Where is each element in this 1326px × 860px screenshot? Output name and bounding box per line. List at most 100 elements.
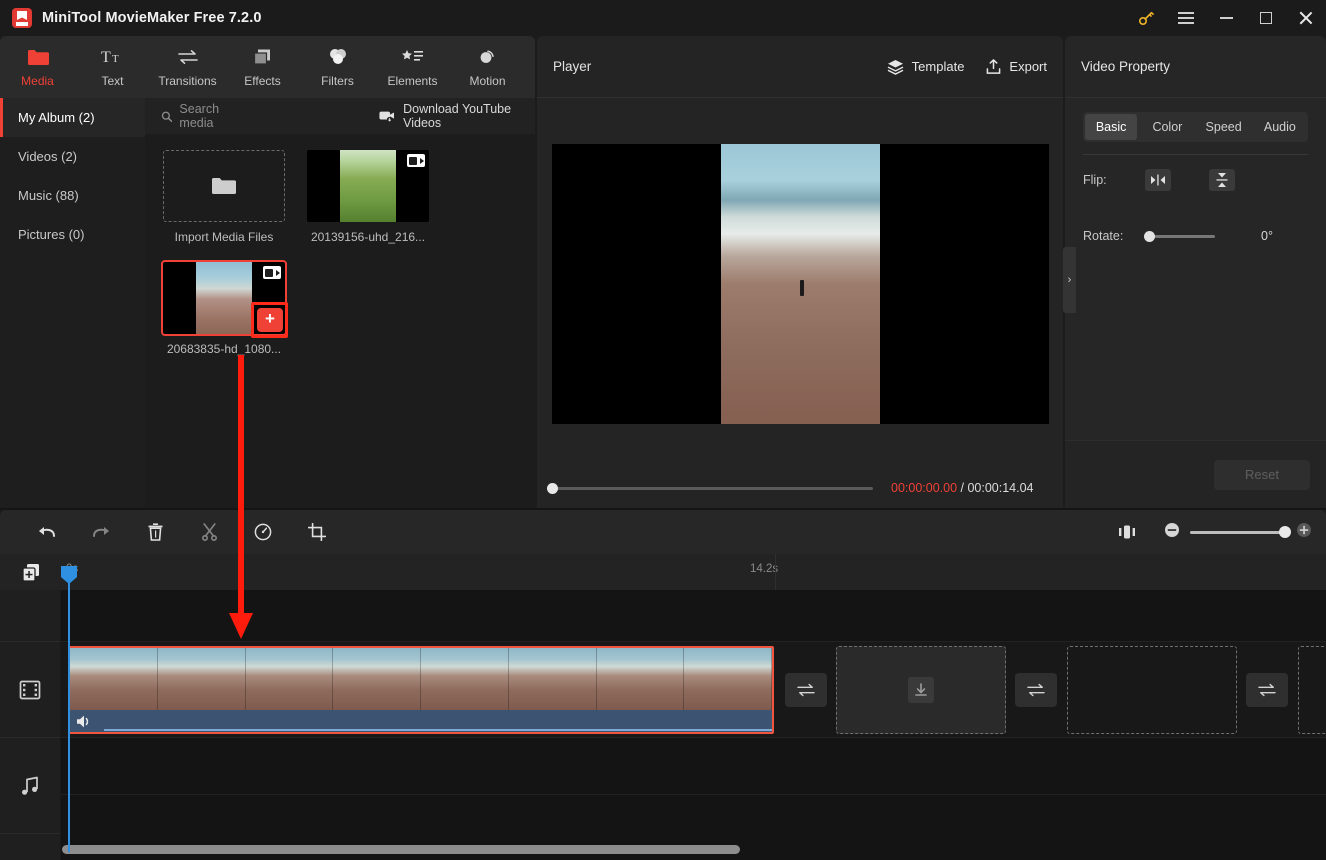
- rotate-slider[interactable]: [1144, 230, 1215, 242]
- library-category-videos[interactable]: Videos (2): [0, 137, 145, 176]
- collapse-property-panel-button[interactable]: ›: [1063, 247, 1076, 313]
- ribbon-tab-text[interactable]: TT Text: [75, 42, 150, 88]
- maximize-icon: [1260, 12, 1272, 24]
- film-icon: [19, 680, 41, 699]
- minimize-icon: [1219, 17, 1233, 19]
- menu-icon: [1178, 12, 1194, 24]
- seek-slider[interactable]: [547, 482, 873, 494]
- redo-icon: [93, 527, 109, 537]
- timeline-clip-selected[interactable]: [68, 646, 774, 734]
- thumbnail-preview: [195, 262, 253, 334]
- video-type-icon: [407, 154, 425, 167]
- main-menu-button[interactable]: [1166, 0, 1206, 36]
- rotate-value: 0°: [1261, 229, 1273, 243]
- tab-label: Audio: [1263, 120, 1296, 134]
- seek-handle[interactable]: [547, 482, 558, 494]
- ribbon-tab-motion[interactable]: Motion: [450, 42, 525, 88]
- add-track-button[interactable]: [21, 563, 41, 583]
- undo-icon: [39, 527, 55, 537]
- close-icon: [1299, 11, 1313, 25]
- flip-horizontal-button[interactable]: [1145, 169, 1171, 191]
- tab-audio[interactable]: Audio: [1254, 114, 1306, 140]
- template-button[interactable]: Template: [887, 59, 964, 75]
- video-preview[interactable]: [551, 144, 1049, 424]
- player-panel: Player Template Export 00:00:00.00 / 00:…: [537, 36, 1063, 532]
- track-header-video[interactable]: [0, 642, 60, 738]
- fit-timeline-button[interactable]: [1100, 517, 1154, 547]
- import-media-cell[interactable]: Import Media Files: [163, 150, 285, 244]
- transition-slot-1[interactable]: [785, 673, 827, 707]
- timeline-lanes[interactable]: [61, 590, 1326, 860]
- total-time: 00:00:14.04: [967, 481, 1034, 495]
- redo-button[interactable]: [74, 517, 128, 547]
- category-label: My Album (2): [18, 110, 95, 125]
- track-header-audio[interactable]: [0, 738, 60, 834]
- delete-button[interactable]: [128, 517, 182, 547]
- category-label: Pictures (0): [18, 227, 85, 242]
- zoom-handle[interactable]: [1279, 525, 1291, 538]
- ribbon-tab-transitions[interactable]: Transitions: [150, 42, 225, 88]
- undo-button[interactable]: [20, 517, 74, 547]
- library-category-my-album[interactable]: My Album (2): [0, 98, 145, 137]
- ribbon-tab-effects[interactable]: Effects: [225, 42, 300, 88]
- template-icon: [887, 59, 904, 75]
- youtube-download-icon: [379, 111, 395, 123]
- tab-speed[interactable]: Speed: [1198, 114, 1250, 140]
- svg-text:T: T: [101, 49, 111, 66]
- timeline-horizontal-scrollbar[interactable]: [62, 845, 740, 854]
- library-category-pictures[interactable]: Pictures (0): [0, 215, 145, 254]
- library-categories: My Album (2) Videos (2) Music (88) Pictu…: [0, 98, 145, 508]
- ribbon-tab-filters[interactable]: Filters: [300, 42, 375, 88]
- flip-vertical-button[interactable]: [1209, 169, 1235, 191]
- key-icon: [1138, 11, 1154, 26]
- rotate-label: Rotate:: [1083, 229, 1124, 243]
- media-item[interactable]: 20139156-uhd_216...: [307, 150, 429, 244]
- add-button-highlight: [251, 302, 288, 338]
- export-label: Export: [1009, 59, 1047, 74]
- export-icon: [987, 58, 1001, 74]
- license-key-button[interactable]: [1126, 0, 1166, 36]
- reset-button[interactable]: Reset: [1214, 459, 1310, 490]
- annotation-arrow: [229, 355, 253, 640]
- minimize-button[interactable]: [1206, 0, 1246, 36]
- drop-slot-1[interactable]: [836, 646, 1006, 734]
- split-button[interactable]: [182, 517, 236, 547]
- library-category-music[interactable]: Music (88): [0, 176, 145, 215]
- clip-frame: [596, 648, 685, 710]
- close-button[interactable]: [1286, 0, 1326, 36]
- transition-slot-3[interactable]: [1246, 673, 1288, 707]
- media-item-name: 20139156-uhd_216...: [310, 230, 426, 244]
- media-thumbnail[interactable]: [307, 150, 429, 222]
- search-media-input[interactable]: Search media: [161, 102, 247, 130]
- export-button[interactable]: Export: [986, 58, 1047, 75]
- tab-color[interactable]: Color: [1141, 114, 1193, 140]
- crop-icon: [308, 523, 326, 541]
- track-header-text[interactable]: [0, 590, 60, 642]
- clip-thumbnails: [70, 648, 772, 710]
- tab-label: Speed: [1205, 120, 1242, 134]
- flip-horizontal-icon: [1151, 174, 1165, 186]
- import-media-dropzone[interactable]: [163, 150, 285, 222]
- ribbon-tab-media[interactable]: Media: [0, 42, 75, 88]
- playhead[interactable]: [68, 566, 70, 852]
- rotate-handle[interactable]: [1144, 230, 1155, 242]
- drop-slot-2[interactable]: [1067, 646, 1237, 734]
- video-type-icon: [263, 266, 281, 279]
- fit-timeline-icon: [1119, 525, 1135, 539]
- tab-basic[interactable]: Basic: [1085, 114, 1138, 140]
- property-footer: Reset: [1065, 440, 1326, 508]
- maximize-button[interactable]: [1246, 0, 1286, 36]
- drop-slot-3[interactable]: [1298, 646, 1326, 734]
- video-lane[interactable]: [61, 642, 1326, 738]
- player-controls: 00:00:00.00 / 00:00:14.04: [537, 470, 1063, 532]
- ribbon-tab-elements[interactable]: Elements: [375, 42, 450, 88]
- crop-button[interactable]: [290, 517, 344, 547]
- transition-slot-2[interactable]: [1015, 673, 1057, 707]
- zoom-slider[interactable]: [1190, 525, 1291, 538]
- zoom-out-button[interactable]: [1164, 522, 1180, 543]
- timeline-ruler-row: 0s 14.2s: [0, 554, 1326, 590]
- audio-lane[interactable]: [61, 738, 1326, 834]
- zoom-in-button[interactable]: [1296, 522, 1312, 543]
- ribbon-tab-label: Text: [101, 74, 124, 88]
- download-youtube-button[interactable]: Download YouTube Videos: [379, 102, 535, 130]
